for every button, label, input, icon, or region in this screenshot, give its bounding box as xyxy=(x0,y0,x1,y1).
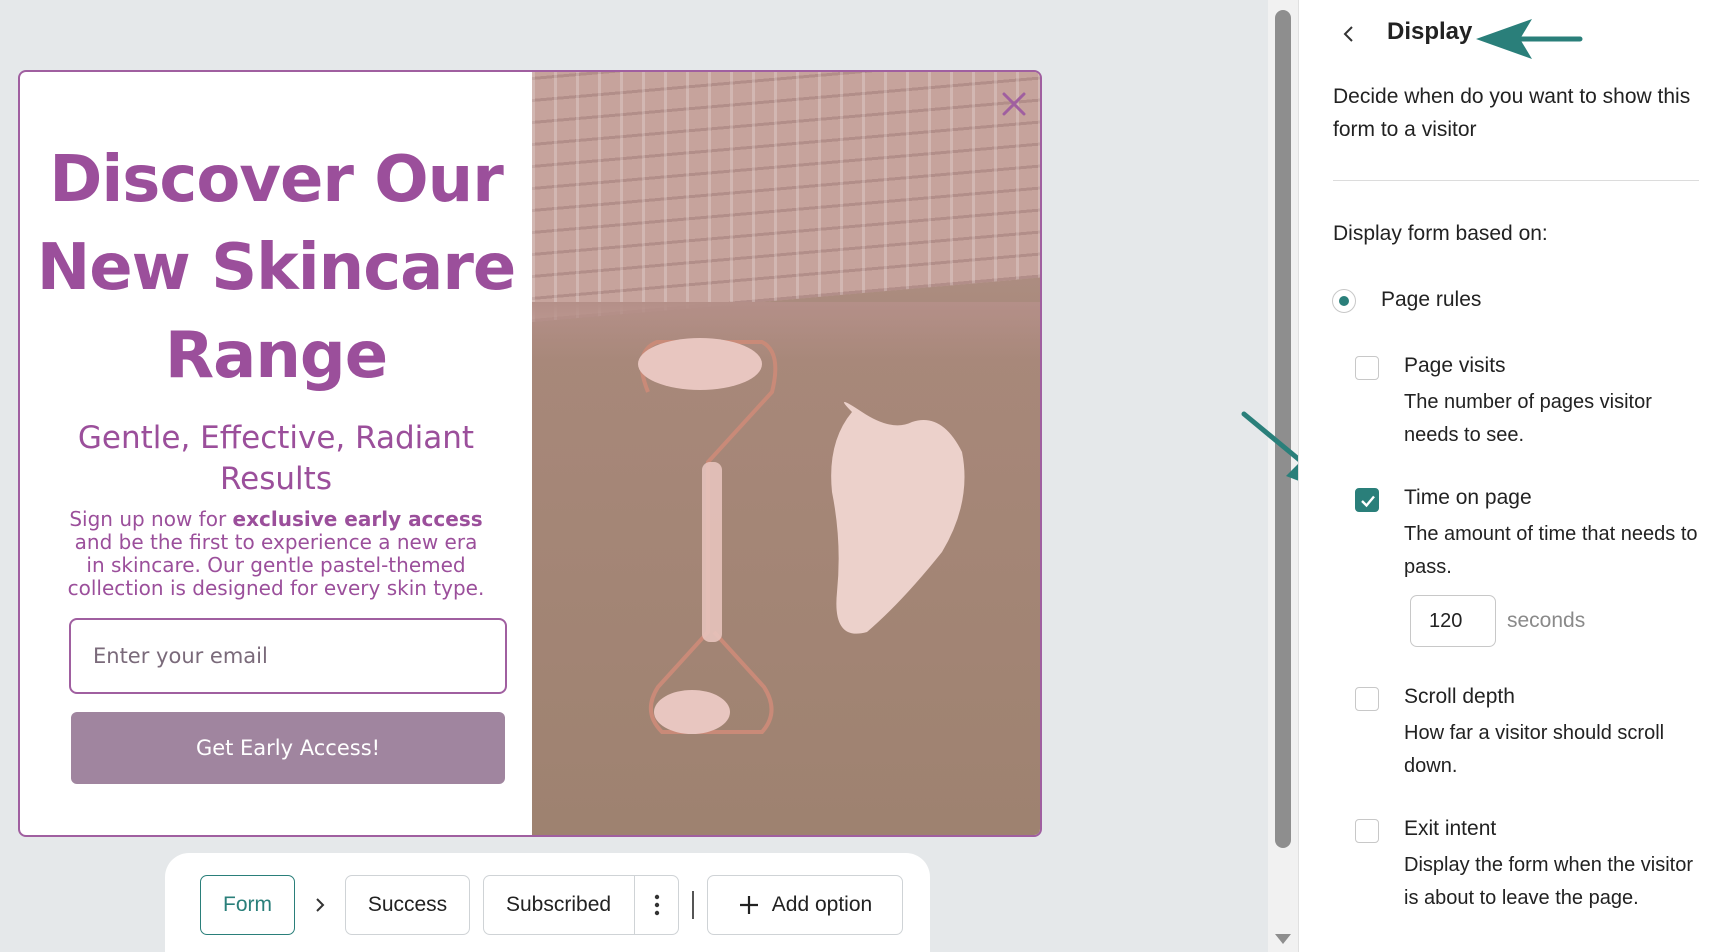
scroll-depth-checkbox[interactable] xyxy=(1355,687,1379,711)
checkmark-icon xyxy=(1361,495,1375,508)
popup-subheadline[interactable]: Gentle, Effective, Radiant Results xyxy=(50,418,502,500)
rule-description: Display the form when the visitor is abo… xyxy=(1404,854,1694,909)
rule-title: Exit intent xyxy=(1404,817,1497,840)
time-seconds-input[interactable] xyxy=(1410,595,1496,647)
time-on-page-checkbox[interactable] xyxy=(1355,488,1379,512)
skincare-product-image[interactable] xyxy=(532,72,1040,835)
step-form-button[interactable]: Form xyxy=(200,875,295,935)
editor-canvas: Discover Our New Skincare Range Gentle, … xyxy=(0,0,1268,952)
body-prefix: Sign up now for xyxy=(69,507,233,531)
get-early-access-button[interactable]: Get Early Access! xyxy=(71,712,505,784)
chevron-right-icon xyxy=(316,898,325,912)
scroll-down-icon[interactable] xyxy=(1275,934,1291,944)
seconds-unit-label: seconds xyxy=(1507,609,1586,632)
rule-title: Scroll depth xyxy=(1404,685,1515,708)
more-options-icon[interactable] xyxy=(634,876,680,934)
rule-description: The amount of time that needs to pass. xyxy=(1404,523,1698,578)
popup-body-copy[interactable]: Sign up now for exclusive early access a… xyxy=(64,508,488,600)
body-suffix: and be the first to experience a new era… xyxy=(67,530,485,600)
annotation-arrow-icon xyxy=(1476,19,1583,59)
rule-description: How far a visitor should scroll down. xyxy=(1404,722,1665,777)
panel-title: Display xyxy=(1387,18,1473,45)
add-option-label: Add option xyxy=(771,893,873,916)
plus-icon xyxy=(739,896,758,914)
body-bold: exclusive early access xyxy=(232,507,483,531)
step-success-button[interactable]: Success xyxy=(345,875,470,935)
panel-description: Decide when do you want to show this for… xyxy=(1333,85,1691,141)
add-option-button[interactable]: Add option xyxy=(707,875,903,935)
page-rules-radio[interactable] xyxy=(1332,289,1356,313)
jade-roller-gua-sha-photo xyxy=(638,338,965,734)
rule-title: Time on page xyxy=(1404,486,1532,509)
step-subscribed-label: Subscribed xyxy=(506,893,612,916)
rule-title: Page visits xyxy=(1404,354,1506,377)
popup-content: Discover Our New Skincare Range Gentle, … xyxy=(20,72,532,835)
step-bar: Form Success Subscribed Add option xyxy=(165,853,930,952)
rule-description: The number of pages visitor needs to see… xyxy=(1404,391,1652,446)
close-icon[interactable] xyxy=(998,88,1030,120)
popup-headline[interactable]: Discover Our New Skincare Range xyxy=(20,136,532,400)
divider xyxy=(692,891,694,919)
back-chevron-icon[interactable] xyxy=(1339,22,1359,46)
divider xyxy=(1333,180,1699,181)
display-settings-panel: Display Decide when do you want to show … xyxy=(1298,0,1713,952)
step-subscribed-button[interactable]: Subscribed xyxy=(483,875,679,935)
exit-intent-checkbox[interactable] xyxy=(1355,819,1379,843)
page-visits-checkbox[interactable] xyxy=(1355,356,1379,380)
signup-popup: Discover Our New Skincare Range Gentle, … xyxy=(18,70,1042,837)
page-rules-label: Page rules xyxy=(1381,288,1482,311)
email-field[interactable] xyxy=(69,618,507,694)
display-based-on-label: Display form based on: xyxy=(1333,222,1548,245)
